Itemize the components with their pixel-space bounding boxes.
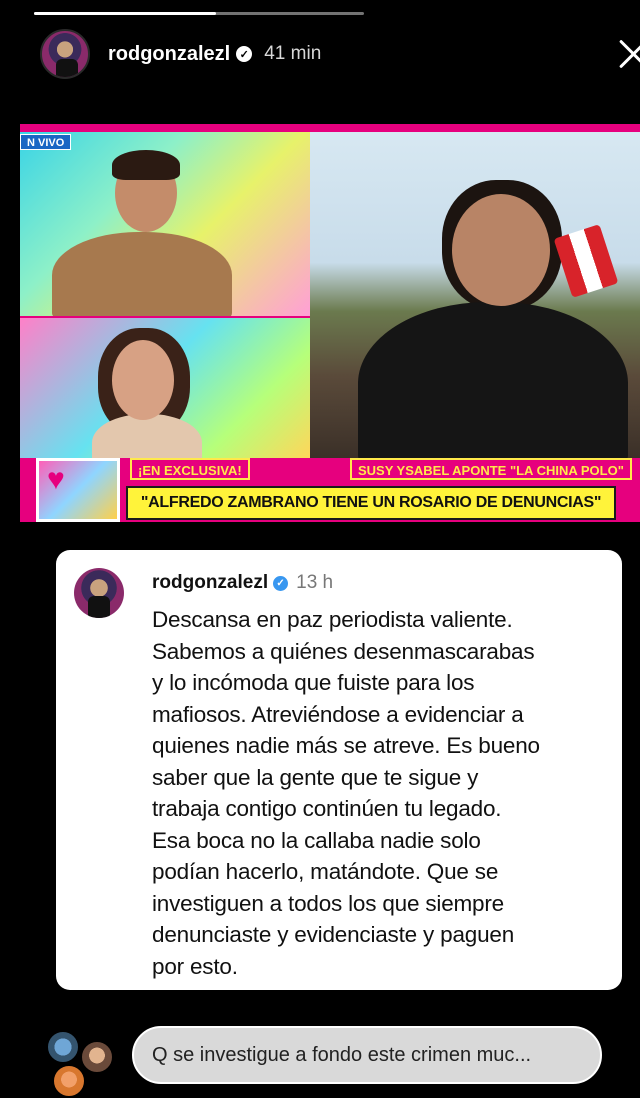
story-progress-fill <box>34 12 216 15</box>
cohost-figure <box>92 414 202 458</box>
tv-frame: N VIVO ♥ ¡EN EXCLUSIVA! SUSY YSABEL APON… <box>20 132 640 522</box>
tv-lower-third: ♥ ¡EN EXCLUSIVA! SUSY YSABEL APONTE "LA … <box>20 458 640 522</box>
tv-headline: "ALFREDO ZAMBRANO TIENE UN ROSARIO DE DE… <box>126 486 616 520</box>
guest-name-tag: SUSY YSABEL APONTE "LA CHINA POLO" <box>350 458 632 480</box>
post-username[interactable]: rodgonzalezl <box>152 572 268 594</box>
tv-host-tile: N VIVO <box>20 132 310 316</box>
heart-icon: ♥ <box>47 463 65 496</box>
reply-input[interactable]: Q se investigue a fondo este crimen muc.… <box>132 1026 602 1084</box>
tv-cohost-tile <box>20 318 310 458</box>
verified-badge-icon: ✓ <box>273 575 289 591</box>
guest-figure <box>358 302 628 458</box>
avatar <box>80 1040 114 1074</box>
shared-post-card[interactable]: rodgonzalezl ✓ 13 h Descansa en paz peri… <box>56 550 622 990</box>
story-username[interactable]: rodgonzalezl <box>108 43 230 66</box>
show-logo: ♥ <box>36 458 120 522</box>
post-header: rodgonzalezl ✓ 13 h <box>152 572 333 594</box>
story-header: rodgonzalezl ✓ 41 min <box>40 28 640 80</box>
flag-icon <box>553 224 619 298</box>
cohost-head <box>112 340 174 420</box>
post-avatar[interactable] <box>74 568 124 618</box>
host-figure <box>52 232 232 316</box>
host-hair <box>112 150 180 180</box>
avatar <box>46 1030 80 1064</box>
post-time: 13 h <box>296 572 334 593</box>
avatar[interactable] <box>40 29 90 79</box>
story-viewer: rodgonzalezl ✓ 41 min N VIVO ♥ ¡EN EXCLU… <box>20 0 640 1098</box>
avatar <box>52 1064 86 1098</box>
post-text: Descansa en paz periodista valiente. Sab… <box>152 607 540 979</box>
tv-guest-tile <box>310 132 640 458</box>
verified-badge-icon: ✓ <box>236 46 253 62</box>
guest-head <box>452 194 550 306</box>
live-badge: N VIVO <box>20 134 72 150</box>
exclusive-tag: ¡EN EXCLUSIVA! <box>130 458 250 480</box>
story-progress-bar <box>34 12 364 15</box>
story-time: 41 min <box>264 43 322 64</box>
reactor-avatars[interactable] <box>46 1030 116 1098</box>
close-icon[interactable] <box>615 35 640 73</box>
tv-screenshot: N VIVO ♥ ¡EN EXCLUSIVA! SUSY YSABEL APON… <box>20 124 640 522</box>
